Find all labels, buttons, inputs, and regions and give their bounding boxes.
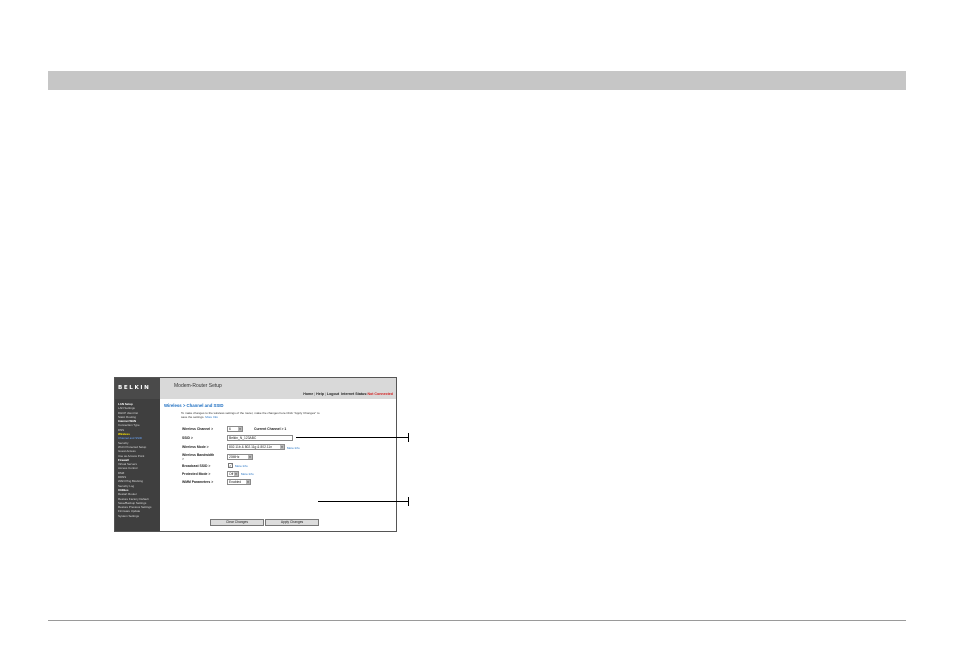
protected-more-info-link[interactable]: More Info (241, 472, 254, 476)
intro-text: To make changes to the wireless settings… (181, 411, 326, 419)
chevron-down-icon: ▾ (248, 455, 252, 459)
logout-link[interactable]: Logout (327, 392, 339, 396)
broadcast-more-info-link[interactable]: More Info (235, 464, 248, 468)
current-channel-label: Current Channel > 1 (254, 427, 287, 431)
protected-mode-value: Off (229, 472, 234, 476)
breadcrumb: Wireless > Channel and SSID (164, 403, 224, 408)
chevron-down-icon: ▾ (238, 427, 242, 431)
broadcast-ssid-checkbox[interactable]: ✓ (228, 463, 233, 468)
ssid-label: SSID > (182, 436, 193, 440)
intro-more-info-link[interactable]: More Info (205, 415, 218, 419)
top-band: BELKIN Modem-Router Setup Home|Help|Logo… (115, 378, 396, 399)
chevron-down-icon: ▾ (246, 480, 250, 484)
internet-status-label: Internet Status: (341, 392, 368, 396)
wireless-mode-more-info-link[interactable]: More Info (287, 446, 300, 450)
intro-body: To make changes to the wireless settings… (181, 411, 320, 419)
callout-line-ssid (296, 437, 408, 438)
bandwidth-select[interactable]: 20MHz ▾ (227, 454, 253, 460)
protected-mode-label: Protected Mode > (182, 472, 211, 476)
header-bar (48, 71, 906, 90)
sidebar: LAN Setup LAN Settings DHCP client list Sta… (115, 399, 160, 531)
ssid-input[interactable]: Belkin_N_123ABC (227, 435, 293, 441)
top-links: Home|Help|Logout Internet Status:Not Con… (303, 392, 393, 396)
app-title: Modem-Router Setup (174, 383, 222, 389)
clear-changes-button[interactable]: Clear Changes (210, 519, 264, 526)
internet-status-value: Not Connected (367, 392, 393, 396)
bandwidth-label: Wireless Bandwidth (182, 453, 215, 457)
chevron-down-icon: ▾ (234, 472, 238, 476)
callout-tick-ssid (408, 433, 409, 442)
wireless-channel-label: Wireless Channel > (182, 427, 214, 431)
callout-tick-apply (408, 497, 409, 506)
home-link[interactable]: Home (303, 392, 313, 396)
wireless-channel-select[interactable]: 6 ▾ (227, 426, 243, 432)
footer-rule (48, 620, 906, 621)
wireless-mode-select[interactable]: 802.11b & 802.11g & 802.11n ▾ (227, 444, 285, 450)
wireless-channel-value: 6 (229, 427, 231, 431)
bandwidth-label-suffix: > (182, 457, 184, 461)
callout-line-apply (318, 501, 408, 502)
help-link[interactable]: Help (316, 392, 324, 396)
broadcast-ssid-label: Broadcast SSID > (182, 464, 211, 468)
wmm-parameters-select[interactable]: Enabled ▾ (227, 479, 251, 485)
bandwidth-value: 20MHz (229, 455, 240, 459)
wmm-parameters-label: WMM Parameters > (182, 480, 214, 484)
wireless-mode-label: Wireless Mode > (182, 445, 209, 449)
router-screenshot: BELKIN Modem-Router Setup Home|Help|Logo… (114, 377, 397, 532)
wmm-parameters-value: Enabled (229, 480, 242, 484)
main-panel: Wireless > Channel and SSID To make chan… (161, 399, 396, 531)
wireless-mode-value: 802.11b & 802.11g & 802.11n (229, 445, 273, 449)
protected-mode-select[interactable]: Off ▾ (227, 471, 239, 477)
sidebar-item-system-settings[interactable]: System Settings (118, 514, 158, 518)
apply-changes-button[interactable]: Apply Changes (265, 519, 319, 526)
chevron-down-icon: ▾ (280, 445, 284, 449)
belkin-logo: BELKIN (115, 378, 160, 399)
